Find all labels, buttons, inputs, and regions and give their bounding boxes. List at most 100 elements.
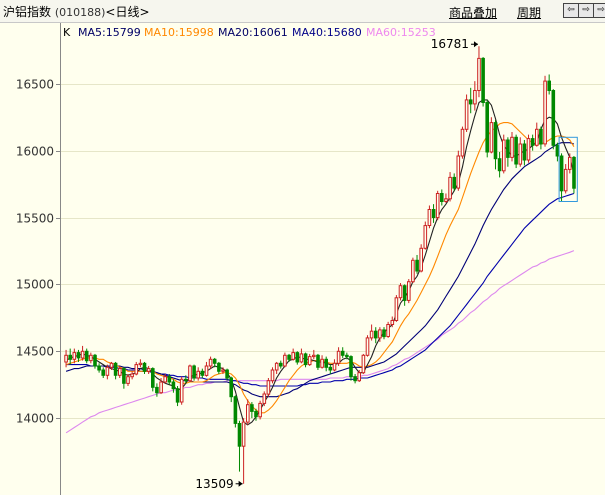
candle-body [184,378,188,382]
candle [270,367,275,384]
candle-body [431,209,436,218]
candle-body [398,285,403,299]
candle-body [336,350,341,364]
candle-body [353,376,357,382]
candle [423,221,428,250]
candle [365,335,370,357]
candle [526,134,531,163]
candle [258,400,262,420]
legend-item: MA40:15680 [292,26,362,39]
candle-body [118,368,122,376]
candle-body [477,57,481,91]
candle-body [502,139,506,172]
candle-body [530,138,535,146]
candle-body [440,193,444,202]
candle-body [109,362,114,368]
candle-body [146,368,151,372]
candle-body [535,128,539,146]
candle-body [568,156,572,170]
candle-body [539,128,543,145]
candle-body [200,370,205,376]
candlestick-chart[interactable]: 14000 14500 15000 15500 16000 16500 16781 1350… [0,23,605,495]
y-tick-label: 15000 [16,278,54,292]
candle [192,364,196,381]
candle-body [134,364,139,375]
candle-body [312,354,316,358]
candle-body [514,136,518,165]
candle [349,355,353,381]
candle-body [279,362,283,367]
candle-body [171,381,176,390]
candle-body [510,136,514,158]
candle-body [159,381,163,394]
candle-body [274,362,279,371]
candle-body [237,423,242,447]
candle-body [349,356,353,378]
next-arrow-icon[interactable]: ⇨ [593,3,605,18]
candle-body [419,247,423,272]
candle [398,283,403,301]
candle [464,94,469,132]
candle [460,126,465,159]
candle [188,364,192,383]
y-tick-label: 14000 [16,412,54,426]
candle-body [179,378,184,403]
candle-body [291,352,295,360]
candle-body [212,358,217,364]
candle-body [390,320,395,325]
candle-body [84,350,89,362]
candle-body [192,365,196,379]
candle-body [394,297,399,321]
candle [93,353,97,369]
candle-body [126,376,130,384]
candle [514,134,518,169]
expand-icon[interactable]: ⇨ [578,3,594,18]
candle-body [254,410,258,418]
cycle-tab[interactable]: 周期 [517,4,541,21]
candle-body [378,329,382,339]
candle-body [468,99,473,105]
candle-body [229,377,233,398]
candle-body [489,122,494,153]
candle-body [452,176,456,189]
candle-body [563,168,568,192]
candle-body [374,330,378,339]
candle-body [559,155,564,192]
candle [386,321,390,338]
candle-body [522,143,527,161]
candle-body [163,376,167,383]
candle-body [369,330,374,339]
candle-body [97,365,101,371]
candle [485,99,489,158]
candle-body [283,354,287,367]
candle-body [357,372,361,382]
candle [262,391,267,407]
candle [481,57,485,107]
title-bar: 沪铝指数 (010188)<日线> 商品叠加 周期 ⇦ ⇨ ⇨ [0,0,605,23]
overlay-tab[interactable]: 商品叠加 [449,4,497,21]
candle-body [444,198,448,203]
candle-body [402,285,407,301]
candle-body [72,352,77,360]
candle-body [76,352,81,359]
candle-body [113,362,118,376]
candle-body [320,358,324,368]
candle [419,244,423,273]
legend-item: MA60:15253 [366,26,436,39]
instrument-title: 沪铝指数 (010188)<日线> [3,3,150,20]
candle-body [572,156,576,189]
legend: K MA5:15799 MA10:15998 MA20:16061 MA40:15680… [63,26,436,39]
candle-body [151,368,155,388]
candle [233,395,238,428]
candle-body [225,369,229,379]
candle [394,295,399,322]
candle-body [435,193,440,219]
candle-body [142,362,147,372]
prev-arrow-icon[interactable]: ⇦ [563,3,579,18]
candle-body [386,324,390,337]
candle-body [105,366,110,376]
candle-body [208,358,213,367]
candle-body [188,365,192,382]
candle-body [526,138,531,161]
candle-body [407,281,411,301]
